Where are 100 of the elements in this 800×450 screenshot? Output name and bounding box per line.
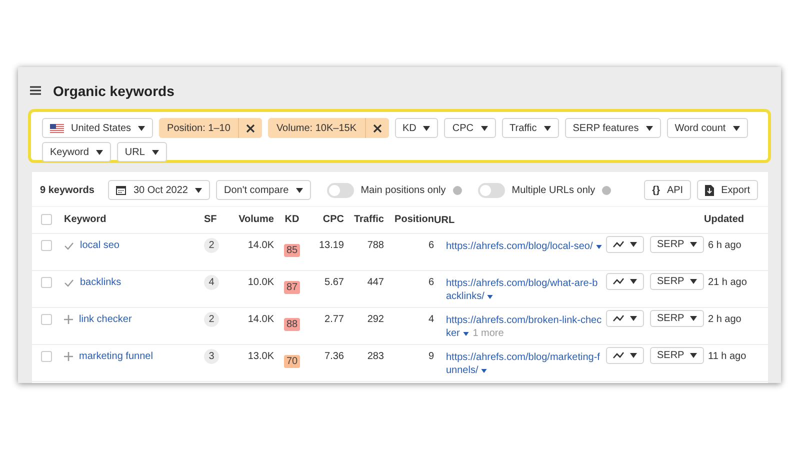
country-filter[interactable]: United States <box>42 118 154 138</box>
keyword-link[interactable]: link checker <box>79 314 132 325</box>
check-icon <box>64 242 74 250</box>
download-icon <box>705 184 714 196</box>
keyword-count: 9 keywords <box>40 184 94 196</box>
plus-icon[interactable] <box>64 352 73 361</box>
close-icon <box>246 124 256 132</box>
trend-icon <box>613 278 624 285</box>
position-cell: 6 <box>428 240 434 251</box>
trend-icon <box>613 352 624 359</box>
caret-icon <box>480 126 488 130</box>
chart-dropdown[interactable] <box>606 310 644 327</box>
row-checkbox[interactable] <box>41 240 52 251</box>
flag-icon <box>50 124 64 132</box>
serp-dropdown[interactable]: SERP <box>650 273 704 290</box>
serp-dropdown[interactable]: SERP <box>650 310 704 327</box>
serp-dropdown[interactable]: SERP <box>650 236 704 253</box>
volume-cell: 14.0K <box>248 240 274 251</box>
chart-dropdown[interactable] <box>606 236 644 253</box>
serp-features-count: 2 <box>204 312 219 327</box>
caret-icon <box>646 126 653 130</box>
caret-icon <box>96 150 103 154</box>
caret-icon <box>194 188 202 192</box>
active-filter[interactable]: Volume: 10K–15K <box>268 118 388 138</box>
select-all-checkbox[interactable] <box>41 214 52 225</box>
caret-icon <box>630 316 637 321</box>
calendar-icon <box>116 185 126 195</box>
volume-cell: 13.0K <box>248 351 274 362</box>
difficulty-badge: 70 <box>284 355 300 368</box>
filter-dropdown[interactable]: Traffic <box>502 118 559 138</box>
caret-icon <box>690 353 698 358</box>
column-header[interactable]: Updated <box>704 207 768 231</box>
toggle-label: Main positions only <box>360 184 446 196</box>
row-checkbox[interactable] <box>41 277 52 288</box>
active-filter[interactable]: Position: 1–10 <box>159 118 262 138</box>
updated-cell-text: 6 h ago <box>707 240 742 251</box>
menu-icon[interactable] <box>30 86 41 95</box>
filter-dropdown[interactable]: URL <box>116 142 167 162</box>
url-link[interactable]: https://ahrefs.com/blog/local-seo/ <box>434 240 606 253</box>
serp-features-count: 3 <box>204 349 219 364</box>
position-cell: 9 <box>428 351 434 362</box>
row-checkbox[interactable] <box>41 351 52 362</box>
serp-dropdown[interactable]: SERP <box>650 347 704 364</box>
filter-dropdown[interactable]: CPC <box>444 118 496 138</box>
updated-cell-text: 21 h ago <box>707 277 748 288</box>
column-header[interactable]: Traffic <box>354 207 384 231</box>
url-link[interactable]: https://ahrefs.com/broken-link-checker 1 more <box>434 314 606 340</box>
date-picker[interactable]: 30 Oct 2022 <box>108 180 210 200</box>
chart-dropdown[interactable] <box>606 347 644 364</box>
row-checkbox[interactable] <box>41 314 52 325</box>
filter-dropdown[interactable]: Word count <box>666 118 748 138</box>
difficulty-badge: 88 <box>284 318 300 331</box>
column-header[interactable]: Keyword <box>64 207 204 231</box>
keyword-link[interactable]: backlinks <box>80 277 122 288</box>
column-header[interactable]: KD <box>284 207 300 231</box>
volume-cell: 14.0K <box>248 314 274 325</box>
cpc-cell: 2.77 <box>324 314 344 325</box>
filter-dropdown[interactable]: Keyword <box>42 142 111 162</box>
column-header[interactable]: Volume <box>238 207 274 231</box>
chart-dropdown[interactable] <box>606 273 644 290</box>
updated-cell-text: 2 h ago <box>707 314 742 325</box>
caret-icon <box>481 369 488 373</box>
column-header[interactable]: CPC <box>322 207 344 231</box>
caret-icon <box>544 126 551 130</box>
filter-dropdown[interactable]: KD <box>394 118 438 138</box>
column-header[interactable]: Position <box>394 207 434 231</box>
caret-icon <box>152 150 159 154</box>
caret-icon <box>630 353 637 358</box>
caret-icon <box>487 295 494 299</box>
caret-icon <box>690 316 698 321</box>
serp-features-count: 2 <box>204 238 219 253</box>
trend-icon <box>613 315 624 322</box>
cpc-cell: 13.19 <box>318 240 344 251</box>
page-title: Organic keywords <box>53 82 174 98</box>
traffic-cell: 292 <box>367 314 384 325</box>
help-icon[interactable] <box>452 186 462 194</box>
caret-icon <box>690 279 698 284</box>
caret-icon <box>423 126 430 130</box>
filter-dropdown[interactable]: SERP features <box>564 118 661 138</box>
caret-icon <box>732 126 740 130</box>
compare-dropdown[interactable]: Don't compare <box>216 180 311 200</box>
keyword-link[interactable]: local seo <box>80 240 120 251</box>
help-icon[interactable] <box>602 186 612 194</box>
export-button[interactable]: Export <box>697 180 758 200</box>
toggle-switch[interactable] <box>326 182 354 198</box>
keyword-link[interactable]: marketing funnel <box>79 351 153 362</box>
position-cell: 6 <box>428 277 434 288</box>
plus-icon[interactable] <box>64 315 73 324</box>
cpc-cell: 7.36 <box>324 351 344 362</box>
column-header[interactable]: URL <box>434 207 606 233</box>
filter-label[interactable]: Volume: 10K–15K <box>268 122 364 134</box>
filter-label[interactable]: Position: 1–10 <box>159 122 238 134</box>
api-button[interactable]: {} API <box>644 180 692 200</box>
url-link[interactable]: https://ahrefs.com/blog/what-are-backlinks/ <box>434 277 606 303</box>
traffic-cell: 788 <box>367 240 384 251</box>
difficulty-badge: 85 <box>284 244 300 257</box>
caret-icon <box>596 245 602 249</box>
column-header[interactable]: SF <box>204 207 230 231</box>
toggle-switch[interactable] <box>478 182 505 198</box>
url-link[interactable]: https://ahrefs.com/blog/marketing-funnels/ <box>434 351 606 377</box>
